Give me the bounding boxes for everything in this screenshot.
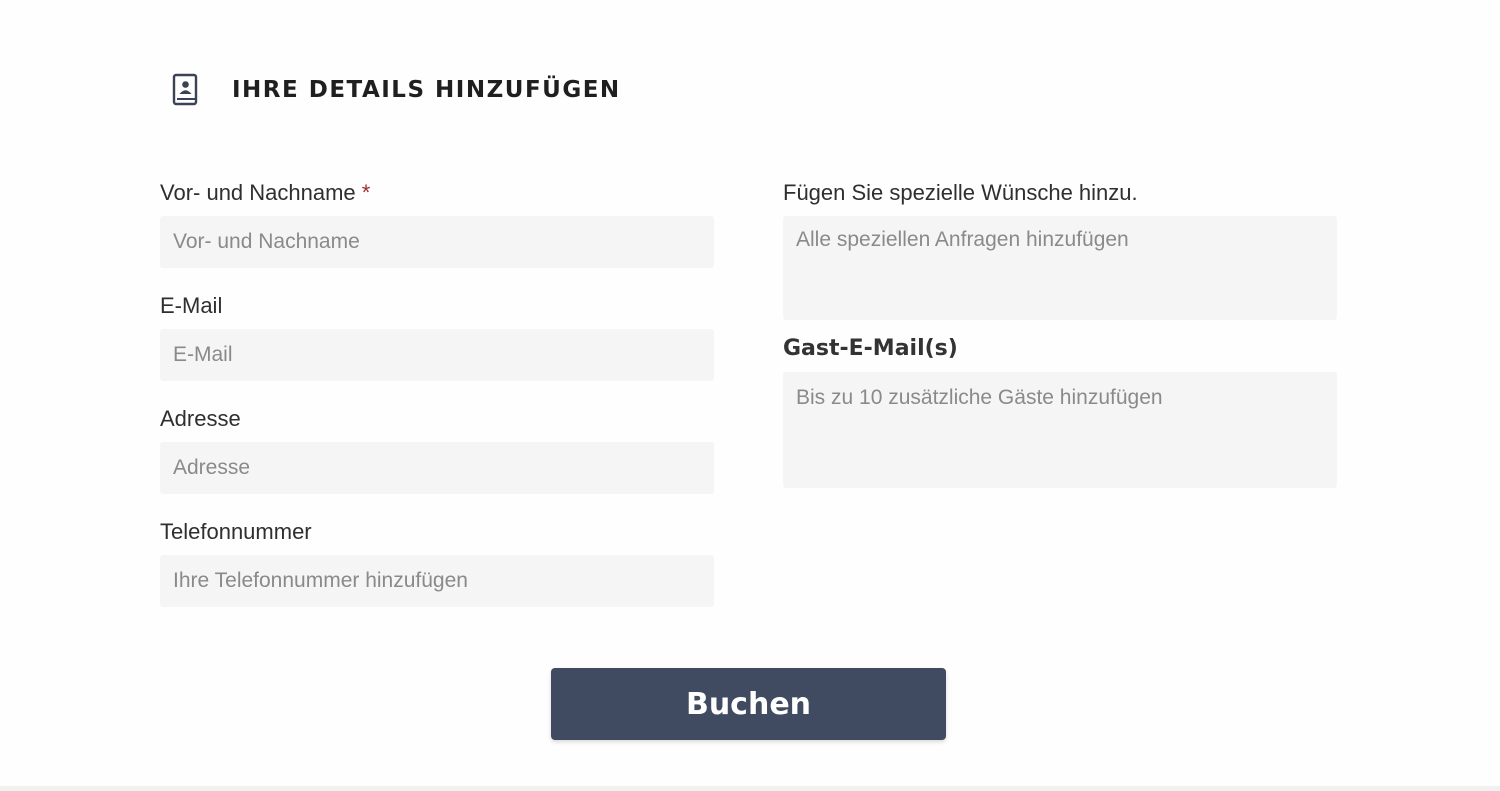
special-requests-field-group: Fügen Sie spezielle Wünsche hinzu. xyxy=(783,178,1337,320)
address-field-group: Adresse xyxy=(160,404,714,517)
required-marker: * xyxy=(361,180,371,205)
phone-field-group: Telefonnummer xyxy=(160,517,714,630)
phone-input[interactable] xyxy=(160,555,714,607)
guest-emails-label: Gast-E-Mail(s) xyxy=(783,336,958,361)
extra-fields-column: Fügen Sie spezielle Wünsche hinzu. Gast-… xyxy=(783,178,1337,511)
book-button[interactable]: Buchen xyxy=(551,668,946,740)
section-title: IHRE DETAILS HINZUFÜGEN xyxy=(232,77,621,103)
special-requests-label: Fügen Sie spezielle Wünsche hinzu. xyxy=(783,180,1138,205)
contact-book-icon xyxy=(170,72,202,108)
special-requests-textarea[interactable] xyxy=(783,216,1337,320)
name-label: Vor- und Nachname * xyxy=(160,178,714,208)
guest-emails-field-group: Gast-E-Mail(s) xyxy=(783,334,1337,488)
address-label: Adresse xyxy=(160,406,241,431)
name-field-group: Vor- und Nachname * xyxy=(160,178,714,291)
section-header: IHRE DETAILS HINZUFÜGEN xyxy=(170,68,621,112)
booking-details-page: IHRE DETAILS HINZUFÜGEN Vor- und Nachnam… xyxy=(0,0,1500,791)
contact-fields-column: Vor- und Nachname * E-Mail Adresse Telef… xyxy=(160,178,714,630)
bottom-divider xyxy=(0,786,1500,791)
email-input[interactable] xyxy=(160,329,714,381)
name-input[interactable] xyxy=(160,216,714,268)
address-input[interactable] xyxy=(160,442,714,494)
email-label: E-Mail xyxy=(160,293,223,318)
name-label-text: Vor- und Nachname xyxy=(160,180,356,205)
email-field-group: E-Mail xyxy=(160,291,714,404)
phone-label: Telefonnummer xyxy=(160,519,312,544)
guest-emails-textarea[interactable] xyxy=(783,372,1337,488)
